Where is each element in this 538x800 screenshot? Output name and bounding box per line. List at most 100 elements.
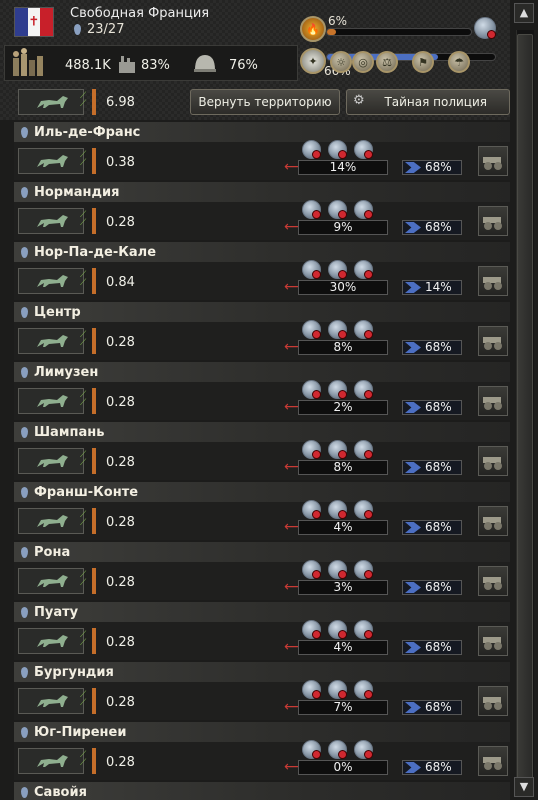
- garrison-disc-icon-1[interactable]: [302, 200, 321, 219]
- occupation-law-button[interactable]: [478, 506, 508, 536]
- garrison-disc-icon-3[interactable]: [354, 380, 373, 399]
- garrison-disc-icon-2[interactable]: [328, 740, 347, 759]
- secret-police-button[interactable]: ⚙ Тайная полиция: [346, 89, 510, 115]
- state-row[interactable]: Центр ⟋ ⟋ 0.28 ⟷ 8% 68%: [14, 302, 510, 360]
- garrison-disc-icon-2[interactable]: [328, 200, 347, 219]
- resistance-value: 0.38: [106, 155, 135, 170]
- garrison-disc-icon-3[interactable]: [354, 740, 373, 759]
- resistance-unit-box[interactable]: [18, 568, 84, 594]
- resistance-unit-box[interactable]: [18, 628, 84, 654]
- compliance-pct: 68%: [425, 520, 452, 534]
- state-row[interactable]: Лимузен ⟋ ⟋ 0.28 ⟷ 2% 68%: [14, 362, 510, 420]
- state-row[interactable]: Бургундия ⟋ ⟋ 0.28 ⟷ 7% 68%: [14, 662, 510, 720]
- garrison-disc-icon-3[interactable]: [354, 500, 373, 519]
- resistance-unit-box[interactable]: [18, 748, 84, 774]
- garrison-disc-icon-2[interactable]: [328, 500, 347, 519]
- garrison-disc-icon-2[interactable]: [328, 260, 347, 279]
- resistance-unit-box[interactable]: [18, 508, 84, 534]
- state-row[interactable]: Нор-Па-де-Кале ⟋ ⟋ 0.84 ⟷ 30% 14%: [14, 242, 510, 300]
- compliance-level-icon-5[interactable]: ☂: [448, 51, 470, 73]
- state-row[interactable]: Шампань ⟋ ⟋ 0.28 ⟷ 8% 68%: [14, 422, 510, 480]
- scroll-up-button[interactable]: ▲: [514, 3, 534, 23]
- occupation-law-button[interactable]: [478, 386, 508, 416]
- scroll-down-button[interactable]: ▼: [514, 777, 534, 797]
- garrison-disc-icon-1[interactable]: [302, 140, 321, 159]
- garrison-disc-icon-2[interactable]: [328, 560, 347, 579]
- garrison-disc-icon-3[interactable]: [354, 440, 373, 459]
- garrison-disc-icon-3[interactable]: [354, 200, 373, 219]
- state-row[interactable]: Юг-Пиренеи ⟋ ⟋ 0.28 ⟷ 0% 68%: [14, 722, 510, 780]
- resistance-unit-box[interactable]: [18, 388, 84, 414]
- state-pin-icon: [21, 787, 28, 798]
- resistance-accent-bar: [92, 208, 96, 234]
- state-row[interactable]: Иль-де-Франс ⟋ ⟋ 0.38 ⟷ 14% 68%: [14, 122, 510, 180]
- compliance-arrow-icon: [405, 162, 421, 173]
- resistance-unit-box[interactable]: [18, 688, 84, 714]
- garrison-disc-icon-1[interactable]: [302, 320, 321, 339]
- resistance-target-icon[interactable]: [474, 17, 496, 39]
- horse-icon: [37, 515, 68, 527]
- garrison-disc-icon-1[interactable]: [302, 740, 321, 759]
- resistance-unit-box[interactable]: [18, 148, 84, 174]
- occupation-law-button[interactable]: [478, 746, 508, 776]
- garrison-disc-icon-2[interactable]: [328, 140, 347, 159]
- compliance-pct-box: 68%: [402, 460, 462, 475]
- compliance-level-icon-2[interactable]: ◎: [352, 51, 374, 73]
- garrison-disc-icon-3[interactable]: [354, 560, 373, 579]
- state-body: ⟋ ⟋ 0.28 ⟷ 0% 68%: [14, 740, 510, 780]
- state-row[interactable]: Нормандия ⟋ ⟋ 0.28 ⟷ 9% 68%: [14, 182, 510, 240]
- garrison-disc-icon-2[interactable]: [328, 680, 347, 699]
- resistance-unit-box[interactable]: [18, 89, 84, 115]
- scrollbar-thumb[interactable]: [517, 34, 533, 784]
- state-row[interactable]: Пуату ⟋ ⟋ 0.28 ⟷ 4% 68%: [14, 602, 510, 660]
- state-row[interactable]: Рона ⟋ ⟋ 0.28 ⟷ 3% 68%: [14, 542, 510, 600]
- garrison-disc-icon-2[interactable]: [328, 620, 347, 639]
- occupation-law-button[interactable]: [478, 446, 508, 476]
- garrison-disc-icon-1[interactable]: [302, 440, 321, 459]
- state-row[interactable]: Савойя ⟋⟋ ⟷: [14, 782, 510, 800]
- resistance-pct: 4%: [333, 520, 353, 534]
- garrison-disc-icon-1[interactable]: [302, 380, 321, 399]
- occupation-law-button[interactable]: [478, 266, 508, 296]
- occupation-law-button[interactable]: [478, 626, 508, 656]
- state-row[interactable]: Франш-Конте ⟋ ⟋ 0.28 ⟷ 4% 68%: [14, 482, 510, 540]
- garrison-disc-icon-3[interactable]: [354, 320, 373, 339]
- occupation-law-button[interactable]: [478, 566, 508, 596]
- garrison-disc-icon-3[interactable]: [354, 620, 373, 639]
- resistance-growth-arrows: ⟋ ⟋: [80, 210, 87, 228]
- resistance-unit-box[interactable]: [18, 328, 84, 354]
- state-name-band: Центр: [14, 302, 510, 322]
- resistance-unit-box[interactable]: [18, 208, 84, 234]
- garrison-disc-icon-3[interactable]: [354, 680, 373, 699]
- garrison-disc-icon-2[interactable]: [328, 440, 347, 459]
- garrison-disc-icon-2[interactable]: [328, 380, 347, 399]
- state-pin-icon: [21, 727, 28, 738]
- compliance-icon[interactable]: ✦: [300, 48, 326, 74]
- garrison-disc-icon-1[interactable]: [302, 680, 321, 699]
- occupation-law-button[interactable]: [478, 146, 508, 176]
- return-territory-label: Вернуть территорию: [198, 95, 332, 109]
- resistance-accent-bar: [92, 508, 96, 534]
- compliance-pct: 68%: [425, 460, 452, 474]
- compliance-pct: 68%: [425, 220, 452, 234]
- occupation-law-button[interactable]: [478, 326, 508, 356]
- compliance-level-icon-3[interactable]: ⚖: [376, 51, 398, 73]
- resistance-pct: 8%: [333, 340, 353, 354]
- garrison-disc-icon-1[interactable]: [302, 260, 321, 279]
- occupation-law-button[interactable]: [478, 686, 508, 716]
- return-territory-button[interactable]: Вернуть территорию: [190, 89, 340, 115]
- occupation-law-button[interactable]: [478, 206, 508, 236]
- garrison-disc-icon-1[interactable]: [302, 500, 321, 519]
- resistance-unit-box[interactable]: [18, 268, 84, 294]
- resistance-growth-arrows: ⟋ ⟋: [80, 630, 87, 648]
- resistance-fire-icon[interactable]: 🔥: [300, 16, 326, 42]
- garrison-disc-icon-1[interactable]: [302, 560, 321, 579]
- garrison-disc-icon-3[interactable]: [354, 140, 373, 159]
- garrison-disc-icon-2[interactable]: [328, 320, 347, 339]
- compliance-level-icon-1[interactable]: ☼: [330, 51, 352, 73]
- resistance-unit-box[interactable]: [18, 448, 84, 474]
- garrison-disc-icon-1[interactable]: [302, 620, 321, 639]
- flag-icon[interactable]: ✝: [14, 7, 54, 37]
- garrison-disc-icon-3[interactable]: [354, 260, 373, 279]
- compliance-level-icon-4[interactable]: ⚑: [412, 51, 434, 73]
